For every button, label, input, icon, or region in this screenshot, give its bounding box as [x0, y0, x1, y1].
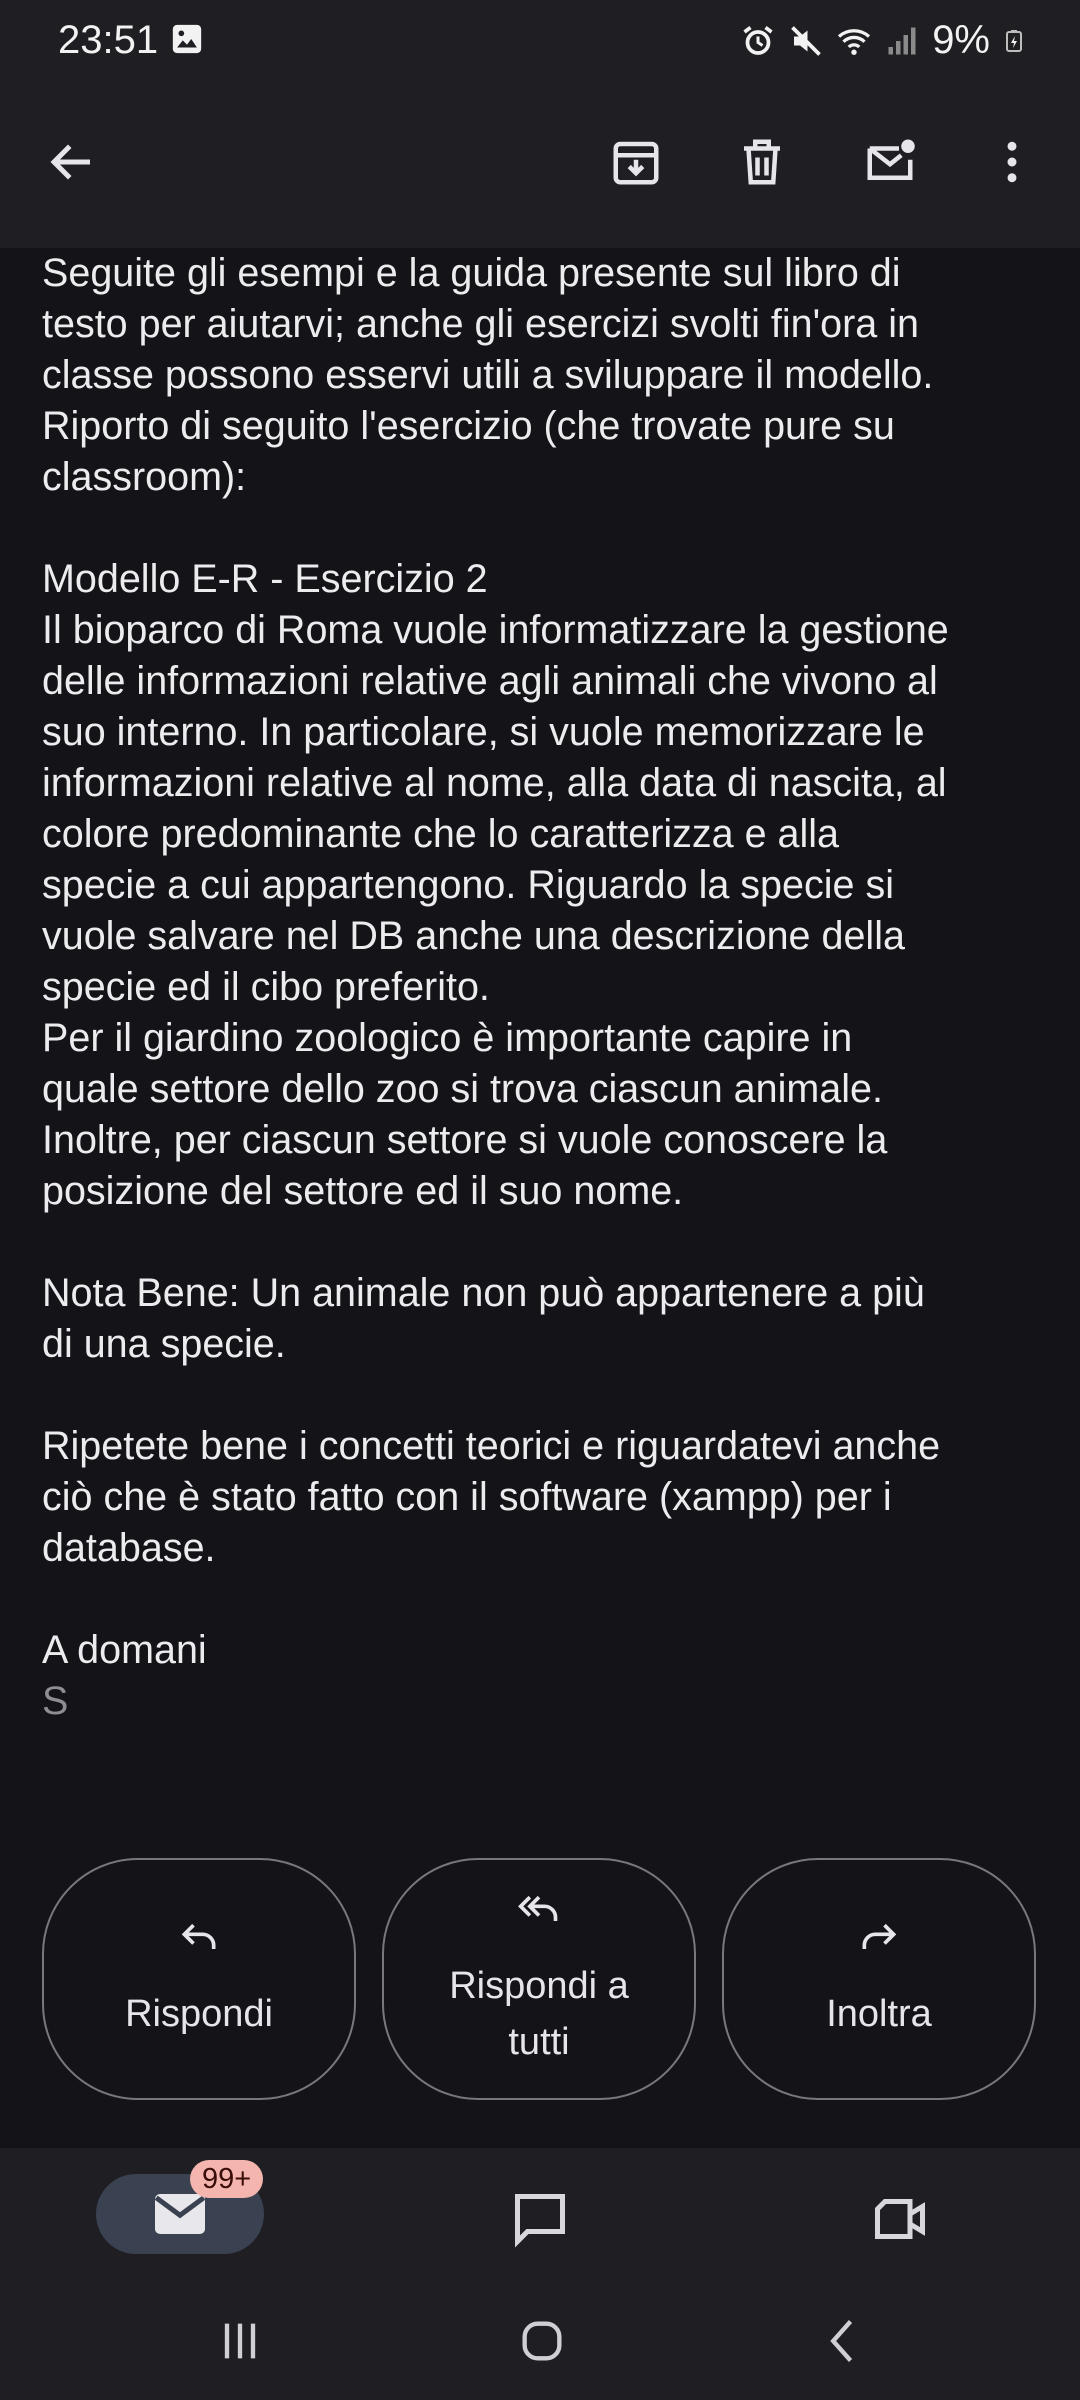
reply-icon: [181, 1923, 216, 1949]
wifi-icon: [838, 28, 871, 55]
app-bar: [0, 80, 1080, 248]
mail-badge: 99+: [190, 2160, 264, 2198]
reply-all-label-line2: tutti: [508, 2021, 570, 2063]
status-time: 23:51: [58, 18, 159, 62]
battery-percent: 9%: [932, 18, 990, 62]
nav-chat[interactable]: [500, 2184, 580, 2254]
recents-icon: [224, 2323, 256, 2359]
email-paragraph: Ripetete bene i concetti teorici e rigua…: [42, 1424, 941, 1570]
system-nav-bar: [0, 2278, 1080, 2400]
more-options-button[interactable]: [972, 122, 1052, 202]
email-paragraph: Seguite gli esempi e la guida presente s…: [42, 251, 934, 499]
reply-all-icon: [518, 1895, 558, 1921]
status-bar: 23:51 9%: [0, 0, 1080, 80]
email-body: Seguite gli esempi e la guida presente s…: [42, 248, 1052, 1727]
message-actions: Rispondi Rispondi a tutti Inoltra: [42, 1858, 1038, 2104]
reply-button[interactable]: Rispondi: [42, 1858, 356, 2100]
more-vert-icon: [1007, 141, 1017, 183]
forward-label: Inoltra: [826, 1993, 932, 2035]
reply-all-button[interactable]: Rispondi a tutti: [382, 1858, 696, 2100]
status-icons: 9%: [740, 18, 1026, 63]
nav-meet[interactable]: [860, 2184, 940, 2254]
chevron-left-icon: [830, 2320, 853, 2362]
delete-icon: [744, 139, 780, 185]
mark-unread-icon: [867, 139, 915, 180]
email-paragraph: Modello E-R - Esercizio 2 Il bioparco di…: [42, 557, 949, 1213]
reply-all-label-line1: Rispondi a: [449, 1965, 629, 2007]
system-back-button[interactable]: [804, 2306, 884, 2376]
alarm-icon: [743, 25, 773, 55]
archive-icon: [613, 141, 659, 185]
email-paragraph: Nota Bene: Un animale non può appartener…: [42, 1271, 925, 1366]
home-button[interactable]: [502, 2306, 582, 2376]
delete-button[interactable]: [722, 122, 802, 202]
recents-button[interactable]: [200, 2306, 280, 2376]
email-signature: S: [42, 1679, 69, 1723]
reply-label: Rispondi: [125, 1993, 273, 2035]
photo-icon: [172, 24, 202, 54]
signal-icon: [888, 27, 916, 54]
home-icon: [522, 2321, 562, 2361]
archive-button[interactable]: [596, 122, 676, 202]
forward-icon: [862, 1923, 897, 1949]
mute-icon: [791, 25, 822, 56]
back-arrow-icon: [50, 144, 90, 180]
chat-icon: [515, 2194, 565, 2248]
mark-unread-button[interactable]: [850, 122, 930, 202]
email-paragraph: A domani: [42, 1628, 207, 1672]
forward-button[interactable]: Inoltra: [722, 1858, 1036, 2100]
back-button[interactable]: [32, 122, 112, 202]
battery-icon: [1006, 29, 1022, 52]
meet-icon: [875, 2199, 925, 2239]
